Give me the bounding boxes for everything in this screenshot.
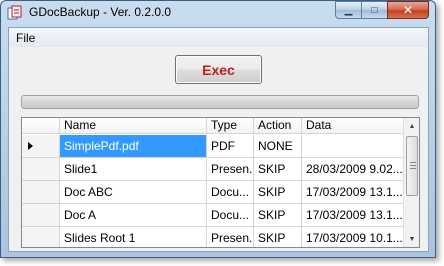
scroll-up-arrow-icon[interactable]: ▲ <box>404 118 419 134</box>
cell-action[interactable]: SKIP <box>254 204 302 226</box>
row-selector[interactable] <box>22 204 60 226</box>
cell-name[interactable]: Doc A <box>60 204 207 226</box>
column-header-action[interactable]: Action <box>254 118 302 133</box>
minimize-button[interactable]: ▁ <box>335 1 361 19</box>
caption-buttons: ▁ □ ✕ <box>335 1 429 21</box>
cell-action[interactable]: NONE <box>254 135 302 157</box>
thumb-grip <box>410 162 416 163</box>
close-button[interactable]: ✕ <box>387 1 429 19</box>
app-window: GDocBackup - Ver. 0.2.0.0 ▁ □ ✕ File Exe… <box>0 0 436 258</box>
row-header-corner <box>22 118 60 133</box>
current-row-arrow-icon <box>28 142 33 150</box>
cell-data[interactable]: 17/03/2009 13.1... <box>302 181 404 203</box>
cell-data[interactable] <box>302 135 404 157</box>
cell-action[interactable]: SKIP <box>254 158 302 180</box>
table-row[interactable]: Slides Root 1 Presen... SKIP 17/03/2009 … <box>22 227 404 247</box>
table-row[interactable]: Doc A Docu... SKIP 17/03/2009 13.1... <box>22 204 404 227</box>
thumb-grip <box>410 168 416 169</box>
scroll-down-arrow-icon[interactable]: ▼ <box>404 231 419 247</box>
cell-name[interactable]: Slide1 <box>60 158 207 180</box>
cell-name[interactable]: Slides Root 1 <box>60 227 207 247</box>
progress-bar <box>21 95 419 109</box>
vertical-scrollbar[interactable]: ▲ ▼ <box>403 118 419 247</box>
cell-type[interactable]: Docu... <box>207 181 254 203</box>
window-title: GDocBackup - Ver. 0.2.0.0 <box>29 5 172 19</box>
cell-name[interactable]: SimplePdf.pdf <box>60 135 207 157</box>
cell-data[interactable]: 28/03/2009 9.02... <box>302 158 404 180</box>
cell-type[interactable]: PDF <box>207 135 254 157</box>
cell-type[interactable]: Presen... <box>207 227 254 247</box>
app-icon <box>7 5 22 20</box>
table-row[interactable]: SimplePdf.pdf PDF NONE <box>22 135 404 158</box>
column-header-name[interactable]: Name <box>60 118 207 133</box>
grid-body: Name Type Action Data SimplePdf.pdf PDF … <box>22 118 404 247</box>
row-selector[interactable] <box>22 158 60 180</box>
table-row[interactable]: Doc ABC Docu... SKIP 17/03/2009 13.1... <box>22 181 404 204</box>
row-selector[interactable] <box>22 135 60 157</box>
minimize-icon: ▁ <box>344 4 353 16</box>
maximize-icon: □ <box>371 4 378 16</box>
row-selector[interactable] <box>22 227 60 247</box>
menu-bar: File <box>9 28 428 47</box>
results-grid[interactable]: Name Type Action Data SimplePdf.pdf PDF … <box>21 117 420 248</box>
cell-data[interactable]: 17/03/2009 10.1... <box>302 227 404 247</box>
cell-name[interactable]: Doc ABC <box>60 181 207 203</box>
maximize-button[interactable]: □ <box>361 1 387 19</box>
cell-type[interactable]: Presen... <box>207 158 254 180</box>
cell-action[interactable]: SKIP <box>254 227 302 247</box>
exec-button[interactable]: Exec <box>175 55 262 84</box>
thumb-grip <box>410 165 416 166</box>
title-bar[interactable]: GDocBackup - Ver. 0.2.0.0 ▁ □ ✕ <box>1 1 435 25</box>
row-selector[interactable] <box>22 181 60 203</box>
table-row[interactable]: Slide1 Presen... SKIP 28/03/2009 9.02... <box>22 158 404 181</box>
column-header-data[interactable]: Data <box>302 118 404 133</box>
cell-type[interactable]: Docu... <box>207 204 254 226</box>
grid-header: Name Type Action Data <box>22 118 404 134</box>
cell-action[interactable]: SKIP <box>254 181 302 203</box>
menu-file[interactable]: File <box>16 31 35 45</box>
close-icon: ✕ <box>402 3 414 17</box>
cell-data[interactable]: 17/03/2009 13.1... <box>302 204 404 226</box>
scroll-thumb[interactable] <box>406 136 418 196</box>
client-area: File Exec Name Type Action Data SimplePd… <box>8 27 429 252</box>
column-header-type[interactable]: Type <box>207 118 254 133</box>
